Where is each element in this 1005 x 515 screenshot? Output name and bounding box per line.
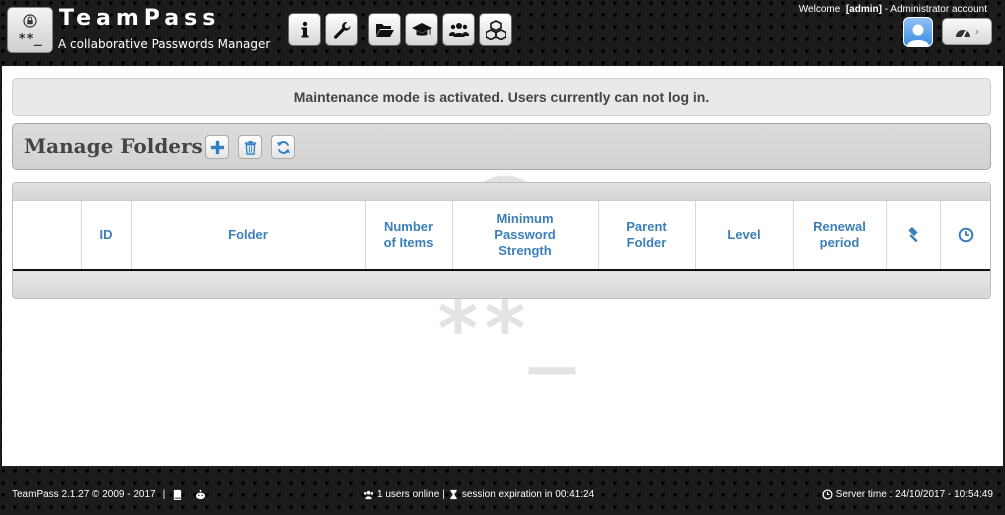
dashboard-button[interactable]: › <box>942 18 992 45</box>
column-header-renewal-period[interactable]: Renewal period <box>793 201 887 271</box>
refresh-button[interactable] <box>271 135 295 159</box>
column-header-number-of-items[interactable]: Number of Items <box>365 201 453 271</box>
app-subtitle: A collaborative Passwords Manager <box>58 37 271 51</box>
welcome-text: Welcome [admin] - Administrator account <box>799 4 987 15</box>
chevron-right-icon: › <box>974 25 980 38</box>
column-header-parent-folder[interactable]: Parent Folder <box>598 201 696 271</box>
header: **_ TeamPass A collaborative Passwords M… <box>0 0 1005 66</box>
column-label: Renewal period <box>813 219 866 250</box>
table-footer <box>13 271 990 298</box>
clock-icon <box>958 227 974 243</box>
column-header-folder[interactable]: Folder <box>131 201 366 271</box>
clock-icon <box>822 489 833 500</box>
session-expiration: session expiration in 00:41:24 <box>461 489 595 500</box>
users-online: 1 users online <box>377 489 440 500</box>
column-label: Minimum Password Strength <box>494 211 556 258</box>
folders-table: ID Folder Number of Items Minimum Passwo… <box>12 182 991 299</box>
session-separator: | <box>442 489 445 500</box>
avatar[interactable] <box>903 17 933 47</box>
users-button[interactable] <box>442 13 475 46</box>
page-header-bar: Manage Folders <box>12 123 991 170</box>
column-label: Number of Items <box>383 219 434 250</box>
version-text: TeamPass 2.1.27 © 2009 - 2017 <box>12 489 156 500</box>
column-header-min-password-strength[interactable]: Minimum Password Strength <box>452 201 599 271</box>
account-type: - Administrator account <box>884 4 987 15</box>
dashboard-icon <box>955 29 970 38</box>
footer-separator: | <box>162 489 166 500</box>
footer-time-area: Server time : 24/10/2017 - 10:54:49 <box>822 489 993 500</box>
users-icon <box>448 22 469 37</box>
teampass-logo[interactable]: **_ <box>7 7 53 53</box>
wrench-icon <box>333 21 351 39</box>
welcome-label: Welcome <box>798 4 841 15</box>
column-header-gavel[interactable] <box>886 201 941 271</box>
folder-open-icon <box>375 23 394 37</box>
graduation-cap-icon <box>411 22 432 36</box>
info-button[interactable] <box>288 13 321 46</box>
app-title: TeamPass <box>59 6 221 31</box>
footer-session-area: 1 users online | session expiration in 0… <box>363 489 594 500</box>
maintenance-banner: Maintenance mode is activated. Users cur… <box>12 78 991 116</box>
lock-icon <box>23 14 37 31</box>
table-header-row: ID Folder Number of Items Minimum Passwo… <box>13 201 990 271</box>
info-icon <box>301 21 308 37</box>
column-header-select[interactable] <box>13 201 82 271</box>
page-title: Manage Folders <box>24 134 203 158</box>
footer-version-area: TeamPass 2.1.27 © 2009 - 2017 | <box>12 489 206 500</box>
gavel-icon <box>908 227 918 243</box>
cubes-icon <box>485 19 506 40</box>
book-icon[interactable] <box>172 489 183 500</box>
utilities-button[interactable] <box>479 13 512 46</box>
hourglass-icon <box>450 489 457 500</box>
users-icon <box>363 490 374 500</box>
column-header-clock[interactable] <box>940 201 990 271</box>
main-content: **_ Maintenance mode is activated. Users… <box>2 66 1003 466</box>
column-header-id[interactable]: ID <box>81 201 132 271</box>
refresh-icon <box>276 140 290 154</box>
plus-icon <box>210 140 224 154</box>
roles-button[interactable] <box>405 13 438 46</box>
user-avatar-icon <box>907 24 929 46</box>
admin-button[interactable] <box>325 13 358 46</box>
table-toolbar <box>13 183 990 201</box>
folders-table-grid: ID Folder Number of Items Minimum Passwo… <box>13 201 990 271</box>
folders-button[interactable] <box>368 13 401 46</box>
footer: TeamPass 2.1.27 © 2009 - 2017 | 1 users … <box>0 478 1005 510</box>
column-header-level[interactable]: Level <box>695 201 794 271</box>
server-time: Server time : 24/10/2017 - 10:54:49 <box>835 489 993 500</box>
delete-folder-button[interactable] <box>238 135 262 159</box>
reddit-icon[interactable] <box>195 489 206 500</box>
trash-icon <box>244 140 256 155</box>
username: [admin] <box>845 4 882 15</box>
add-folder-button[interactable] <box>205 135 229 159</box>
column-label: Parent Folder <box>626 219 667 250</box>
logo-text: **_ <box>18 32 42 47</box>
